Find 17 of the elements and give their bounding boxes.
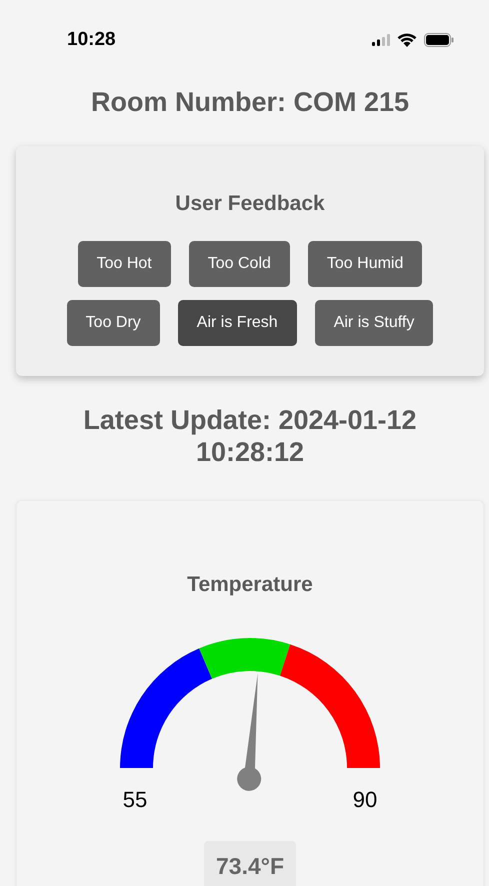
gauge-min-label: 55 [122, 787, 148, 812]
room-title: Room Number: COM 215 [90, 86, 410, 118]
temperature-title: Temperature [187, 573, 313, 597]
signal-icon [372, 34, 390, 46]
wifi-icon [397, 33, 417, 47]
feedback-button[interactable]: Too Hot [78, 241, 171, 287]
temperature-reading: 73.4°F [204, 841, 296, 886]
battery-icon [424, 33, 454, 47]
feedback-button[interactable]: Air is Stuffy [314, 300, 434, 346]
gauge-max-label: 90 [352, 787, 378, 812]
feedback-button[interactable]: Air is Fresh [178, 300, 297, 346]
feedback-button[interactable]: Too Humid [308, 241, 422, 287]
status-time: 10:28 [67, 29, 116, 51]
feedback-button[interactable]: Too Cold [188, 241, 290, 287]
latest-update: Latest Update: 2024-01-12 10:28:12 [82, 404, 418, 468]
feedback-button[interactable]: Too Dry [66, 300, 160, 346]
feedback-title: User Feedback [175, 192, 325, 216]
